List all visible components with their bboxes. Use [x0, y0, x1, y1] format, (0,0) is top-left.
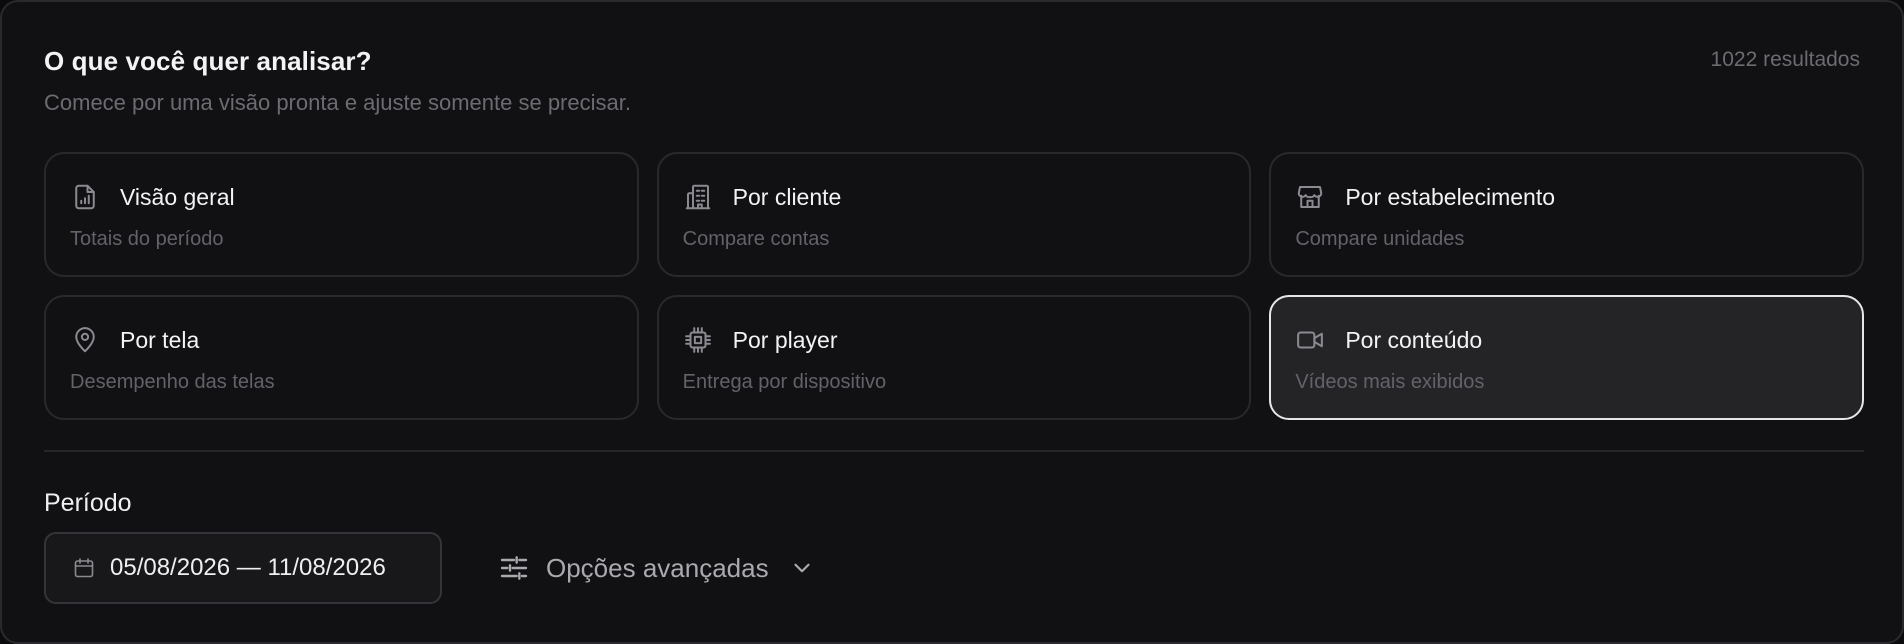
view-card-description: Desempenho das telas [70, 371, 275, 393]
cpu-chip-icon [683, 325, 713, 355]
view-card-title: Por player [732, 326, 838, 353]
view-card-por-player[interactable]: Por player Entrega por dispositivo [656, 295, 1252, 420]
view-card-title: Por conteúdo [1345, 326, 1483, 353]
chevron-down-icon [789, 555, 815, 581]
period-label: Período [44, 489, 132, 517]
advanced-options-toggle[interactable]: Opções avançadas [498, 538, 815, 598]
section-divider [44, 450, 1864, 452]
view-card-title: Por estabelecimento [1345, 183, 1556, 210]
view-card-visao-geral[interactable]: Visão geral Totais do período [44, 152, 639, 277]
view-card-title: Por cliente [732, 183, 842, 210]
view-card-description: Compare contas [682, 228, 830, 250]
view-options-grid: Visão geral Totais do período Por client… [44, 152, 1864, 420]
map-pin-icon [70, 325, 100, 355]
analysis-panel: O que você quer analisar? Comece por uma… [0, 0, 1904, 644]
view-card-description: Totais do período [70, 228, 224, 250]
date-range-value: 05/08/2026 — 11/08/2026 [110, 554, 386, 581]
date-range-picker[interactable]: 05/08/2026 — 11/08/2026 [44, 532, 442, 604]
view-card-description: Compare unidades [1295, 228, 1465, 250]
video-camera-icon [1295, 325, 1325, 355]
view-card-title: Por tela [120, 326, 200, 353]
store-icon [1295, 182, 1325, 212]
results-count: 1022 resultados [1710, 48, 1860, 71]
advanced-options-label: Opções avançadas [546, 552, 769, 583]
view-card-title: Visão geral [120, 183, 235, 210]
view-card-description: Vídeos mais exibidos [1295, 371, 1485, 393]
view-card-por-estabelecimento[interactable]: Por estabelecimento Compare unidades [1269, 152, 1864, 277]
panel-title: O que você quer analisar? [44, 46, 372, 76]
sliders-icon [498, 552, 530, 584]
view-card-por-conteudo[interactable]: Por conteúdo Vídeos mais exibidos [1269, 295, 1864, 420]
view-card-por-tela[interactable]: Por tela Desempenho das telas [44, 295, 639, 420]
building-icon [683, 182, 713, 212]
report-chart-icon [70, 182, 100, 212]
view-card-por-cliente[interactable]: Por cliente Compare contas [656, 152, 1252, 277]
calendar-icon [72, 556, 96, 580]
view-card-description: Entrega por dispositivo [682, 371, 887, 393]
panel-subtitle: Comece por uma visão pronta e ajuste som… [44, 90, 631, 115]
